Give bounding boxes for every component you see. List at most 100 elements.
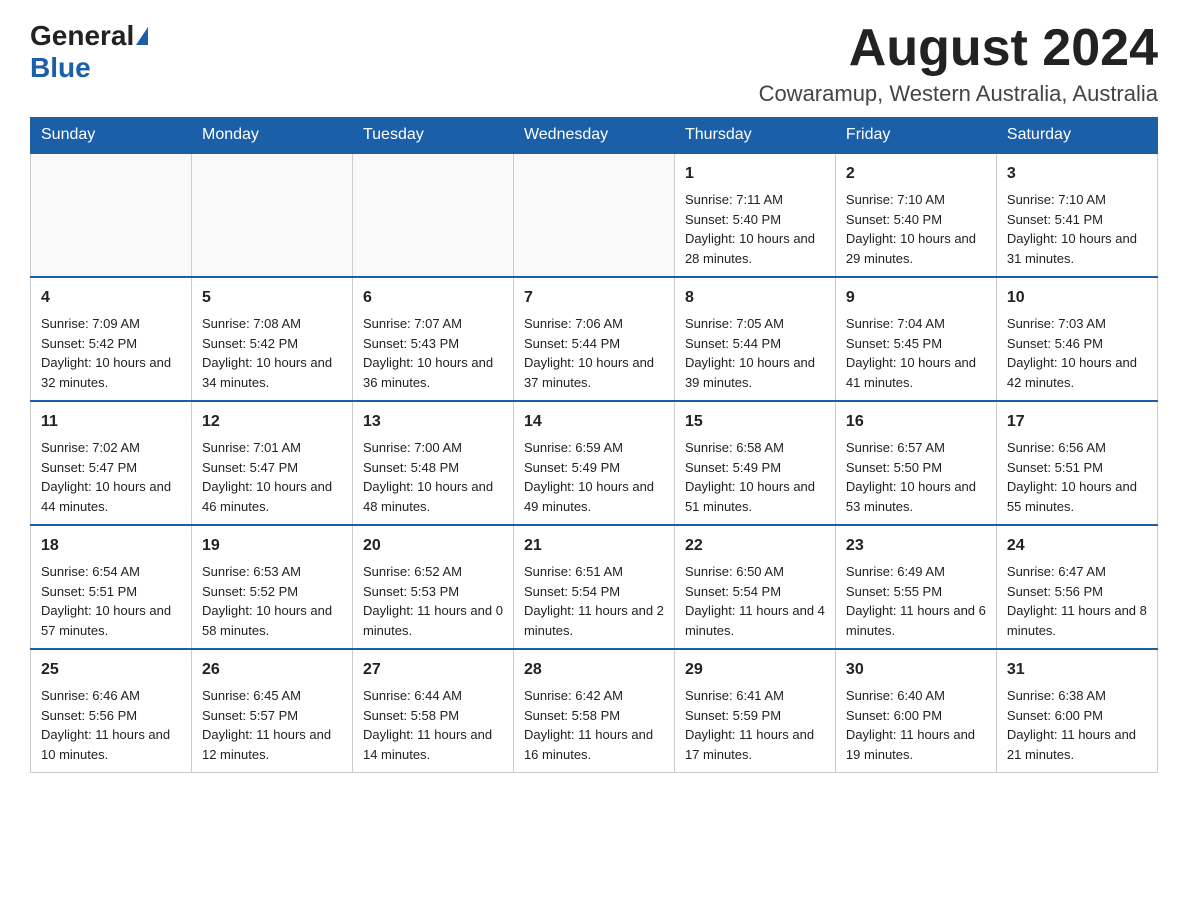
title-area: August 2024 Cowaramup, Western Australia… — [759, 20, 1158, 107]
day-number: 13 — [363, 410, 503, 434]
day-info: Sunrise: 7:10 AMSunset: 5:41 PMDaylight:… — [1007, 190, 1147, 268]
calendar-cell: 17 Sunrise: 6:56 AMSunset: 5:51 PMDayligh… — [996, 401, 1157, 525]
day-info: Sunrise: 6:57 AMSunset: 5:50 PMDaylight:… — [846, 438, 986, 516]
day-info: Sunrise: 6:58 AMSunset: 5:49 PMDaylight:… — [685, 438, 825, 516]
day-info: Sunrise: 6:44 AMSunset: 5:58 PMDaylight:… — [363, 686, 503, 764]
day-info: Sunrise: 7:11 AMSunset: 5:40 PMDaylight:… — [685, 190, 825, 268]
day-info: Sunrise: 7:07 AMSunset: 5:43 PMDaylight:… — [363, 314, 503, 392]
day-info: Sunrise: 7:01 AMSunset: 5:47 PMDaylight:… — [202, 438, 342, 516]
day-number: 17 — [1007, 410, 1147, 434]
day-number: 3 — [1007, 162, 1147, 186]
day-number: 2 — [846, 162, 986, 186]
header-thursday: Thursday — [674, 118, 835, 154]
month-title: August 2024 — [759, 20, 1158, 77]
day-number: 11 — [41, 410, 181, 434]
day-info: Sunrise: 6:54 AMSunset: 5:51 PMDaylight:… — [41, 562, 181, 640]
calendar-cell — [352, 153, 513, 277]
day-info: Sunrise: 6:53 AMSunset: 5:52 PMDaylight:… — [202, 562, 342, 640]
calendar-cell: 8 Sunrise: 7:05 AMSunset: 5:44 PMDaylight… — [674, 277, 835, 401]
calendar-cell: 7 Sunrise: 7:06 AMSunset: 5:44 PMDaylight… — [513, 277, 674, 401]
calendar-cell: 23Sunrise: 6:49 AMSunset: 5:55 PMDayligh… — [835, 525, 996, 649]
calendar-cell: 16 Sunrise: 6:57 AMSunset: 5:50 PMDayligh… — [835, 401, 996, 525]
logo-general-text: General — [30, 20, 134, 52]
calendar-cell — [191, 153, 352, 277]
calendar-cell: 4 Sunrise: 7:09 AMSunset: 5:42 PMDaylight… — [31, 277, 192, 401]
calendar-cell: 27Sunrise: 6:44 AMSunset: 5:58 PMDayligh… — [352, 649, 513, 773]
day-number: 22 — [685, 534, 825, 558]
header-wednesday: Wednesday — [513, 118, 674, 154]
day-info: Sunrise: 6:50 AMSunset: 5:54 PMDaylight:… — [685, 562, 825, 640]
day-number: 16 — [846, 410, 986, 434]
day-number: 28 — [524, 658, 664, 682]
calendar-cell: 21 Sunrise: 6:51 AMSunset: 5:54 PMDayligh… — [513, 525, 674, 649]
day-info: Sunrise: 7:04 AMSunset: 5:45 PMDaylight:… — [846, 314, 986, 392]
day-info: Sunrise: 6:59 AMSunset: 5:49 PMDaylight:… — [524, 438, 664, 516]
calendar-cell: 2Sunrise: 7:10 AMSunset: 5:40 PMDaylight… — [835, 153, 996, 277]
logo-blue-text: Blue — [30, 52, 91, 83]
calendar-week-4: 18 Sunrise: 6:54 AMSunset: 5:51 PMDayligh… — [31, 525, 1158, 649]
calendar-week-5: 25 Sunrise: 6:46 AMSunset: 5:56 PMDayligh… — [31, 649, 1158, 773]
calendar-cell: 22 Sunrise: 6:50 AMSunset: 5:54 PMDayligh… — [674, 525, 835, 649]
day-info: Sunrise: 7:05 AMSunset: 5:44 PMDaylight:… — [685, 314, 825, 392]
day-info: Sunrise: 7:06 AMSunset: 5:44 PMDaylight:… — [524, 314, 664, 392]
day-number: 23 — [846, 534, 986, 558]
day-number: 24 — [1007, 534, 1147, 558]
day-number: 7 — [524, 286, 664, 310]
day-info: Sunrise: 6:46 AMSunset: 5:56 PMDaylight:… — [41, 686, 181, 764]
header-saturday: Saturday — [996, 118, 1157, 154]
calendar-cell: 29Sunrise: 6:41 AMSunset: 5:59 PMDayligh… — [674, 649, 835, 773]
day-info: Sunrise: 6:52 AMSunset: 5:53 PMDaylight:… — [363, 562, 503, 640]
day-number: 25 — [41, 658, 181, 682]
calendar-cell: 18 Sunrise: 6:54 AMSunset: 5:51 PMDayligh… — [31, 525, 192, 649]
logo: General Blue — [30, 20, 150, 84]
day-info: Sunrise: 6:42 AMSunset: 5:58 PMDaylight:… — [524, 686, 664, 764]
calendar-cell: 9 Sunrise: 7:04 AMSunset: 5:45 PMDaylight… — [835, 277, 996, 401]
day-number: 19 — [202, 534, 342, 558]
day-info: Sunrise: 6:41 AMSunset: 5:59 PMDaylight:… — [685, 686, 825, 764]
day-number: 21 — [524, 534, 664, 558]
calendar-cell: 6 Sunrise: 7:07 AMSunset: 5:43 PMDaylight… — [352, 277, 513, 401]
day-number: 14 — [524, 410, 664, 434]
day-number: 1 — [685, 162, 825, 186]
calendar-body: 1 Sunrise: 7:11 AMSunset: 5:40 PMDaylight… — [31, 153, 1158, 773]
page-header: General Blue August 2024 Cowaramup, West… — [30, 20, 1158, 107]
calendar-cell: 15Sunrise: 6:58 AMSunset: 5:49 PMDayligh… — [674, 401, 835, 525]
calendar-cell: 10Sunrise: 7:03 AMSunset: 5:46 PMDayligh… — [996, 277, 1157, 401]
calendar-week-2: 4 Sunrise: 7:09 AMSunset: 5:42 PMDaylight… — [31, 277, 1158, 401]
day-number: 18 — [41, 534, 181, 558]
calendar-cell: 20Sunrise: 6:52 AMSunset: 5:53 PMDayligh… — [352, 525, 513, 649]
day-number: 4 — [41, 286, 181, 310]
calendar-cell: 1 Sunrise: 7:11 AMSunset: 5:40 PMDaylight… — [674, 153, 835, 277]
day-number: 9 — [846, 286, 986, 310]
calendar-cell: 26Sunrise: 6:45 AMSunset: 5:57 PMDayligh… — [191, 649, 352, 773]
day-number: 6 — [363, 286, 503, 310]
calendar-cell: 14 Sunrise: 6:59 AMSunset: 5:49 PMDayligh… — [513, 401, 674, 525]
day-number: 30 — [846, 658, 986, 682]
calendar-week-1: 1 Sunrise: 7:11 AMSunset: 5:40 PMDaylight… — [31, 153, 1158, 277]
calendar-cell: 3 Sunrise: 7:10 AMSunset: 5:41 PMDaylight… — [996, 153, 1157, 277]
day-info: Sunrise: 6:51 AMSunset: 5:54 PMDaylight:… — [524, 562, 664, 640]
calendar-cell: 13Sunrise: 7:00 AMSunset: 5:48 PMDayligh… — [352, 401, 513, 525]
header-sunday: Sunday — [31, 118, 192, 154]
calendar-table: SundayMondayTuesdayWednesdayThursdayFrid… — [30, 117, 1158, 773]
day-info: Sunrise: 6:38 AMSunset: 6:00 PMDaylight:… — [1007, 686, 1147, 764]
day-info: Sunrise: 7:02 AMSunset: 5:47 PMDaylight:… — [41, 438, 181, 516]
calendar-cell: 28 Sunrise: 6:42 AMSunset: 5:58 PMDayligh… — [513, 649, 674, 773]
calendar-cell: 24 Sunrise: 6:47 AMSunset: 5:56 PMDayligh… — [996, 525, 1157, 649]
calendar-cell: 5Sunrise: 7:08 AMSunset: 5:42 PMDaylight… — [191, 277, 352, 401]
day-number: 31 — [1007, 658, 1147, 682]
calendar-cell: 25 Sunrise: 6:46 AMSunset: 5:56 PMDayligh… — [31, 649, 192, 773]
calendar-cell: 31 Sunrise: 6:38 AMSunset: 6:00 PMDayligh… — [996, 649, 1157, 773]
calendar-header-row: SundayMondayTuesdayWednesdayThursdayFrid… — [31, 118, 1158, 154]
calendar-cell: 19 Sunrise: 6:53 AMSunset: 5:52 PMDayligh… — [191, 525, 352, 649]
calendar-week-3: 11 Sunrise: 7:02 AMSunset: 5:47 PMDayligh… — [31, 401, 1158, 525]
header-friday: Friday — [835, 118, 996, 154]
day-number: 12 — [202, 410, 342, 434]
day-info: Sunrise: 7:09 AMSunset: 5:42 PMDaylight:… — [41, 314, 181, 392]
day-info: Sunrise: 6:47 AMSunset: 5:56 PMDaylight:… — [1007, 562, 1147, 640]
header-monday: Monday — [191, 118, 352, 154]
calendar-cell: 12 Sunrise: 7:01 AMSunset: 5:47 PMDayligh… — [191, 401, 352, 525]
day-info: Sunrise: 6:56 AMSunset: 5:51 PMDaylight:… — [1007, 438, 1147, 516]
day-number: 8 — [685, 286, 825, 310]
day-info: Sunrise: 6:45 AMSunset: 5:57 PMDaylight:… — [202, 686, 342, 764]
